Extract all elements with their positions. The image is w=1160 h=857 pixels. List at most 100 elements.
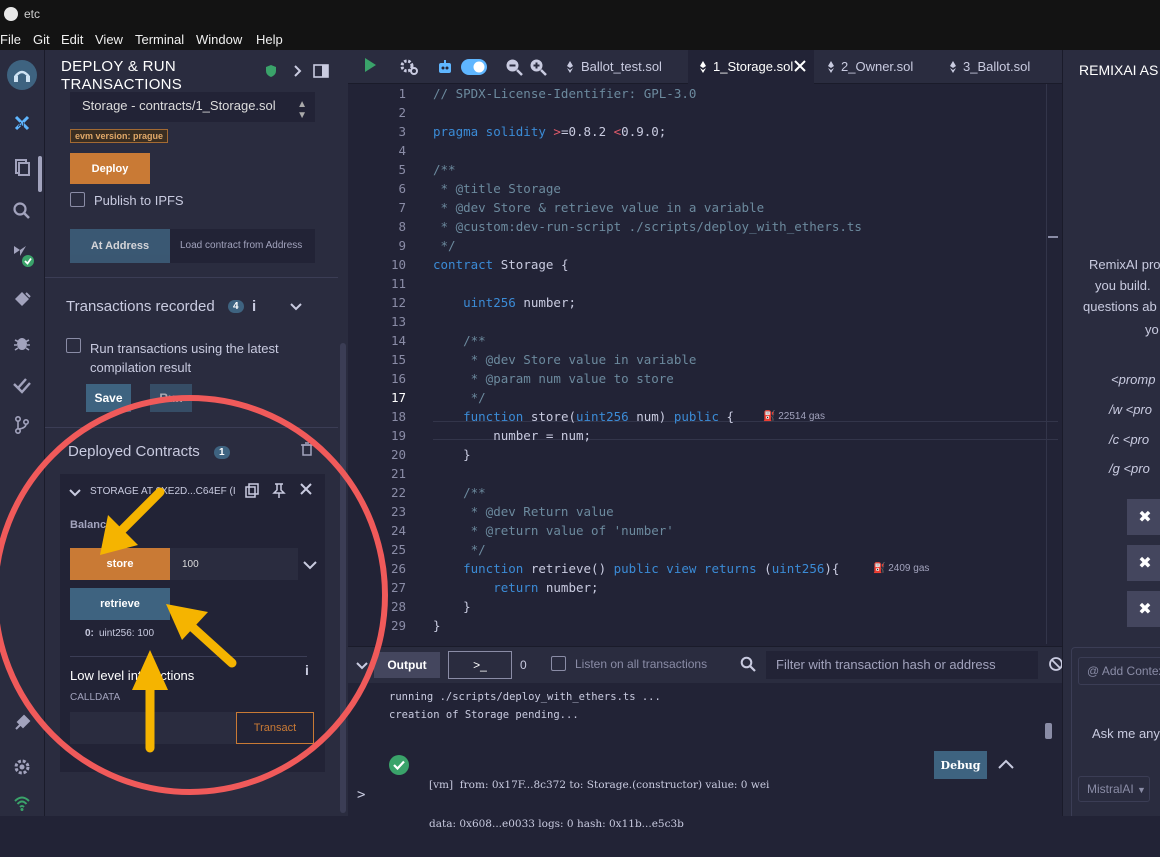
menu-terminal[interactable]: Terminal	[135, 32, 184, 47]
ai-plugin-icon[interactable]: AI	[9, 110, 35, 136]
code-token: retrieve()	[523, 561, 614, 576]
line-number: 14	[390, 333, 406, 348]
store-button[interactable]: store	[70, 548, 170, 580]
filter-input[interactable]: Filter with transaction hash or address	[766, 651, 1038, 679]
listen-all-checkbox[interactable]	[551, 656, 566, 671]
tx-details[interactable]: [vm] from: 0x17F...8c372 to: Storage.(co…	[429, 753, 769, 857]
zoom-out-icon[interactable]	[505, 58, 523, 79]
git-icon[interactable]	[9, 412, 35, 438]
panel-toggle-icon[interactable]	[313, 64, 329, 81]
ai-copilot-icon[interactable]	[436, 58, 454, 79]
copy-icon[interactable]	[245, 483, 260, 501]
terminal-scrollbar[interactable]	[1045, 723, 1052, 739]
plugin-icon[interactable]	[9, 710, 35, 736]
store-input[interactable]: 100	[170, 548, 298, 580]
menu-window[interactable]: Window	[196, 32, 242, 47]
tab-1-storage[interactable]: 1_Storage.sol	[713, 59, 793, 74]
instance-chevron-icon[interactable]	[69, 486, 81, 501]
code-line-12: uint256 number;	[433, 295, 576, 310]
shield-icon[interactable]	[264, 64, 278, 81]
run-latest-checkbox[interactable]	[66, 338, 81, 353]
active-indicator	[38, 156, 42, 192]
contract-select[interactable]: Storage - contracts/1_Storage.sol ▲ ▼	[70, 92, 315, 122]
save-button[interactable]: Save	[86, 384, 131, 412]
code-token: function	[433, 409, 524, 424]
retrieve-button[interactable]: retrieve	[70, 588, 170, 620]
filter-search-icon	[740, 656, 756, 677]
collapse-terminal-icon[interactable]	[356, 658, 368, 676]
code-editor[interactable]: 1 2 3 4 5 6 7 8 9 10 11 12 13 14 15 16 1…	[348, 84, 1062, 644]
code-line-7: * @dev Store & retrieve value in a varia…	[433, 200, 765, 215]
output-tab[interactable]: Output	[374, 652, 440, 678]
tab-3-ballot[interactable]: 3_Ballot.sol	[963, 59, 1030, 74]
compile-settings-icon[interactable]	[399, 58, 419, 79]
section-divider	[45, 277, 338, 278]
line-number: 3	[398, 124, 406, 139]
add-context-button[interactable]: @ Add Contex	[1078, 657, 1160, 685]
chevron-down-icon[interactable]	[290, 300, 302, 315]
close-icon[interactable]	[300, 483, 312, 498]
menu-file[interactable]: File	[0, 32, 21, 47]
menu-edit[interactable]: Edit	[61, 32, 83, 47]
chevron-up-icon[interactable]	[998, 757, 1014, 775]
deploy-icon[interactable]	[9, 286, 35, 312]
solidity-compiler-icon[interactable]	[9, 242, 35, 268]
file-icon-active	[698, 60, 708, 77]
file-explorer-icon[interactable]	[9, 154, 35, 180]
retrieve-result-index: 0:	[85, 628, 94, 639]
chevron-right-icon[interactable]	[292, 64, 304, 81]
run-latest-line2: compilation result	[90, 360, 192, 375]
code-line-6: * @title Storage	[433, 181, 561, 196]
editor-scrollbar[interactable]	[1046, 84, 1058, 644]
publish-ipfs-label: Publish to IPFS	[94, 193, 184, 208]
settings-icon[interactable]	[9, 754, 35, 780]
menu-git[interactable]: Git	[33, 32, 50, 47]
ai-desc-4: yo	[1145, 322, 1159, 337]
store-expand-icon[interactable]	[303, 558, 317, 573]
load-address-input[interactable]: Load contract from Address	[170, 229, 315, 263]
menu-view[interactable]: View	[95, 32, 123, 47]
debugger-icon[interactable]	[9, 330, 35, 356]
search-icon[interactable]	[9, 198, 35, 224]
info-icon[interactable]: i	[252, 298, 256, 315]
tab-ballot-test[interactable]: Ballot_test.sol	[581, 59, 662, 74]
unit-test-icon[interactable]	[9, 372, 35, 398]
ai-suggestion-icon-3[interactable]: ✖	[1127, 591, 1160, 627]
trash-icon[interactable]	[301, 442, 313, 459]
menu-bar: File Git Edit View Terminal Window Help	[0, 28, 1160, 50]
tx-line-1: [vm] from: 0x17F...8c372 to: Storage.(co…	[429, 779, 770, 791]
debug-button[interactable]: Debug	[934, 751, 987, 779]
zoom-in-icon[interactable]	[529, 58, 547, 79]
model-select[interactable]: MistralAI ▼	[1078, 776, 1150, 802]
instance-title[interactable]: STORAGE AT 0XE2D...C64EF (I	[90, 486, 236, 497]
ai-suggestion-icon-1[interactable]: ✖	[1127, 499, 1160, 535]
run-button[interactable]: Run	[150, 384, 192, 412]
panel-scrollbar[interactable]	[340, 343, 346, 813]
line-number: 8	[398, 219, 406, 234]
low-level-info-icon[interactable]: i	[305, 662, 309, 678]
code-token: ){	[824, 561, 840, 576]
tab-2-owner[interactable]: 2_Owner.sol	[841, 59, 913, 74]
deployed-contracts-label: Deployed Contracts	[68, 443, 200, 460]
log-creation: creation of Storage pending...	[389, 709, 579, 721]
ai-suggestion-icon-2[interactable]: ✖	[1127, 545, 1160, 581]
run-icon[interactable]	[363, 57, 377, 76]
transact-button[interactable]: Transact	[236, 712, 314, 744]
tab-close-icon[interactable]	[794, 60, 806, 75]
ask-input[interactable]: Ask me any	[1092, 726, 1160, 741]
publish-ipfs-checkbox[interactable]	[70, 192, 85, 207]
remix-logo-icon[interactable]	[7, 60, 37, 90]
pin-icon[interactable]	[272, 483, 286, 501]
deploy-button[interactable]: Deploy	[70, 153, 150, 184]
calldata-input[interactable]	[70, 712, 236, 744]
line-number: 7	[398, 200, 406, 215]
terminal-prompt-button[interactable]: >_	[448, 651, 512, 679]
ai-cmd-workspace: /w <pro	[1109, 402, 1152, 417]
copilot-toggle[interactable]	[461, 59, 487, 78]
gas-pump-icon: ⛽	[873, 563, 886, 574]
menu-help[interactable]: Help	[256, 32, 283, 47]
window-title: etc	[24, 7, 41, 21]
at-address-button[interactable]: At Address	[70, 229, 170, 263]
code-line-16: * @param num value to store	[433, 371, 674, 386]
terminal-prompt[interactable]: >	[357, 787, 365, 803]
